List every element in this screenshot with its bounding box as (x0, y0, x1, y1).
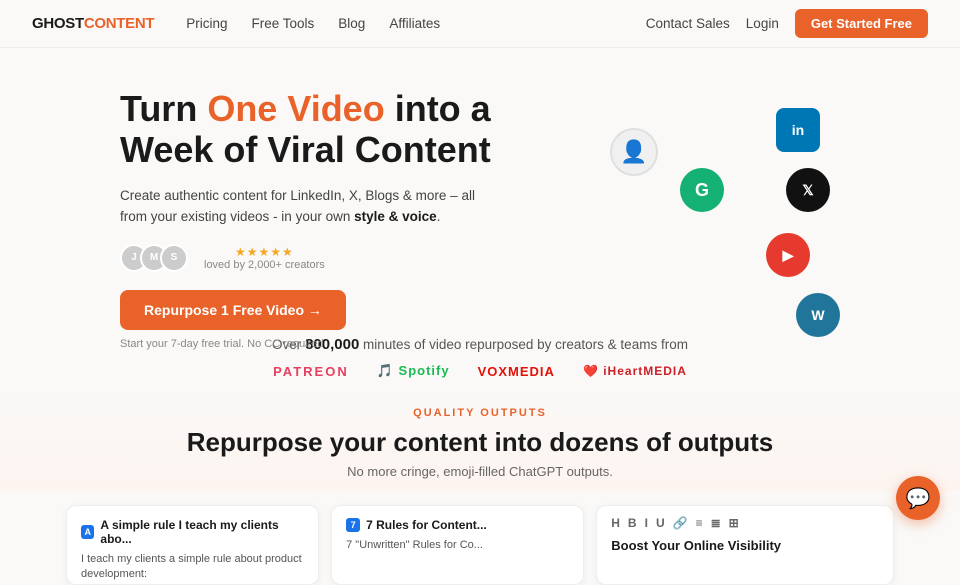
output-card-1: A A simple rule I teach my clients abo..… (66, 505, 319, 585)
quality-title: Repurpose your content into dozens of ou… (0, 427, 960, 458)
nav-contact-sales[interactable]: Contact Sales (646, 16, 730, 31)
card-content-1: I teach my clients a simple rule about p… (81, 552, 304, 583)
star-rating: ★★★★★ loved by 2,000+ creators (204, 245, 325, 271)
brand-logos: PATREON 🎵 Spotify VOXMEDIA ❤️ iHeartMEDI… (0, 363, 960, 379)
card-title-1: A simple rule I teach my clients abo... (100, 518, 304, 546)
twitter-icon: 𝕏 (786, 168, 830, 212)
hero-title-start: Turn (120, 88, 207, 129)
card-header-2: 7 7 Rules for Content... (346, 518, 569, 532)
linkedin-icon: in (776, 108, 820, 152)
card-icon-2: 7 (346, 518, 360, 532)
nav-right: Contact Sales Login Get Started Free (646, 9, 928, 38)
hero-left: Turn One Video into a Week of Viral Cont… (120, 88, 560, 318)
output-cards: A A simple rule I teach my clients abo..… (0, 505, 960, 585)
toolbar-grid[interactable]: ⊞ (729, 516, 739, 530)
cta-wrapper: Repurpose 1 Free Video → Start your 7-da… (120, 290, 560, 350)
hero-section: Turn One Video into a Week of Viral Cont… (0, 48, 960, 318)
card-content-2: 7 "Unwritten" Rules for Co... (346, 538, 569, 553)
card-title-2: 7 Rules for Content... (366, 518, 487, 532)
logo-ghost: GHOST (32, 15, 84, 32)
star-label: loved by 2,000+ creators (204, 259, 325, 271)
stars-row: ★★★★★ (235, 245, 294, 259)
logo[interactable]: GHOSTCONTENT (32, 15, 154, 32)
quality-subtitle: No more cringe, emoji-filled ChatGPT out… (0, 464, 960, 479)
repurpose-cta-button[interactable]: Repurpose 1 Free Video → (120, 290, 346, 330)
free-trial-note: Start your 7-day free trial. No CC requi… (120, 338, 560, 350)
nav-blog[interactable]: Blog (338, 16, 365, 31)
toolbar-h[interactable]: H (611, 516, 620, 530)
editor-toolbar: H B I U 🔗 ≡ ≣ ⊞ (611, 516, 879, 530)
hero-right: 👤 G in 𝕏 ▶ W (560, 88, 840, 318)
quality-section: QUALITY OUTPUTS Repurpose your content i… (0, 389, 960, 491)
hero-subtitle: Create authentic content for LinkedIn, X… (120, 185, 480, 228)
person-icon: 👤 (610, 128, 658, 176)
wordpress-icon: W (796, 293, 840, 337)
toolbar-u[interactable]: U (656, 516, 665, 530)
brand-vox: VOXMEDIA (478, 364, 555, 379)
nav-links: Pricing Free Tools Blog Affiliates (186, 16, 440, 31)
nav-free-tools[interactable]: Free Tools (252, 16, 315, 31)
quality-label: QUALITY OUTPUTS (0, 407, 960, 419)
brand-spotify: 🎵 Spotify (377, 363, 450, 379)
avatar-stack: J M S (120, 244, 180, 272)
social-proof: J M S ★★★★★ loved by 2,000+ creators (120, 244, 560, 272)
card-icon-1: A (81, 525, 94, 539)
logo-content: CONTENT (84, 15, 154, 32)
get-started-button[interactable]: Get Started Free (795, 9, 928, 38)
toolbar-i[interactable]: I (645, 516, 648, 530)
nav-login[interactable]: Login (746, 16, 779, 31)
editor-title: Boost Your Online Visibility (611, 538, 879, 553)
youtube-icon: ▶ (766, 233, 810, 277)
brand-patreon: PATREON (273, 364, 349, 379)
navbar: GHOSTCONTENT Pricing Free Tools Blog Aff… (0, 0, 960, 48)
nav-affiliates[interactable]: Affiliates (389, 16, 440, 31)
nav-pricing[interactable]: Pricing (186, 16, 227, 31)
toolbar-list2[interactable]: ≣ (711, 516, 721, 530)
toolbar-list1[interactable]: ≡ (696, 516, 703, 530)
toolbar-link[interactable]: 🔗 (673, 516, 688, 530)
grammarly-icon: G (680, 168, 724, 212)
chat-button[interactable]: 💬 (896, 476, 940, 520)
hero-title: Turn One Video into a Week of Viral Cont… (120, 88, 560, 171)
hero-title-highlight: One Video (207, 88, 384, 129)
avatar: S (160, 244, 188, 272)
toolbar-b[interactable]: B (628, 516, 637, 530)
output-card-2: 7 7 Rules for Content... 7 "Unwritten" R… (331, 505, 584, 585)
card-header-1: A A simple rule I teach my clients abo..… (81, 518, 304, 546)
output-card-editor: H B I U 🔗 ≡ ≣ ⊞ Boost Your Online Visibi… (596, 505, 894, 585)
brand-iheartmedia: ❤️ iHeartMEDIA (583, 364, 687, 378)
